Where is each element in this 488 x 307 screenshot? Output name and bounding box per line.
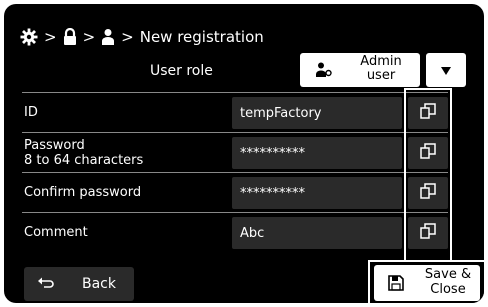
id-keyboard-button[interactable] <box>408 97 448 129</box>
comment-keyboard-button[interactable] <box>408 217 448 249</box>
user-role-row: User role Admin user <box>22 53 472 93</box>
triangle-down-icon <box>440 61 452 80</box>
comment-row: Comment Abc <box>22 212 448 253</box>
back-button[interactable]: Back <box>24 267 134 301</box>
gear-icon[interactable] <box>20 28 38 46</box>
password-field[interactable]: ********** <box>232 137 402 169</box>
confirm-password-keyboard-button[interactable] <box>408 177 448 209</box>
save-close-label: Save & Close <box>418 267 478 297</box>
breadcrumb-separator: > <box>82 28 96 46</box>
user-role-value-line2: user <box>366 68 396 83</box>
device-screen: > > > New registration User role Admin u… <box>4 4 484 303</box>
floppy-disk-icon <box>388 275 404 295</box>
password-label: Password 8 to 64 characters <box>24 138 143 168</box>
user-key-icon <box>316 62 332 82</box>
save-close-label-line1: Save & <box>424 267 472 282</box>
password-label-line1: Password <box>24 138 85 153</box>
breadcrumb-separator: > <box>121 28 134 46</box>
id-row: ID tempFactory <box>22 92 448 133</box>
user-role-value-line1: Admin <box>360 54 402 69</box>
user-role-button[interactable]: Admin user <box>300 53 420 87</box>
save-close-button[interactable]: Save & Close <box>374 265 480 301</box>
user-role-value: Admin user <box>346 55 416 83</box>
comment-field[interactable]: Abc <box>232 217 402 249</box>
user-icon[interactable] <box>101 28 115 46</box>
password-row: Password 8 to 64 characters ********** <box>22 132 448 173</box>
id-label: ID <box>24 105 38 120</box>
breadcrumb-separator: > <box>44 28 57 46</box>
back-button-label: Back <box>82 276 116 292</box>
save-close-highlight: Save & Close <box>368 260 484 303</box>
keyboard-icon <box>420 183 436 203</box>
return-arrow-icon <box>38 277 54 295</box>
breadcrumb: > > > New registration <box>20 26 264 48</box>
confirm-password-field[interactable]: ********** <box>232 177 402 209</box>
comment-label: Comment <box>24 225 88 240</box>
lock-icon[interactable] <box>63 28 77 46</box>
password-label-line2: 8 to 64 characters <box>24 153 144 168</box>
page-title: New registration <box>139 28 264 46</box>
keyboard-icon <box>420 143 436 163</box>
id-field[interactable]: tempFactory <box>232 97 402 129</box>
user-role-label: User role <box>150 63 213 79</box>
confirm-password-label: Confirm password <box>24 185 142 200</box>
save-close-label-line2: Close <box>430 282 466 297</box>
keyboard-icon <box>420 103 436 123</box>
confirm-password-row: Confirm password ********** <box>22 172 448 213</box>
user-role-dropdown-button[interactable] <box>426 53 466 87</box>
keyboard-icon <box>420 223 436 243</box>
password-keyboard-button[interactable] <box>408 137 448 169</box>
